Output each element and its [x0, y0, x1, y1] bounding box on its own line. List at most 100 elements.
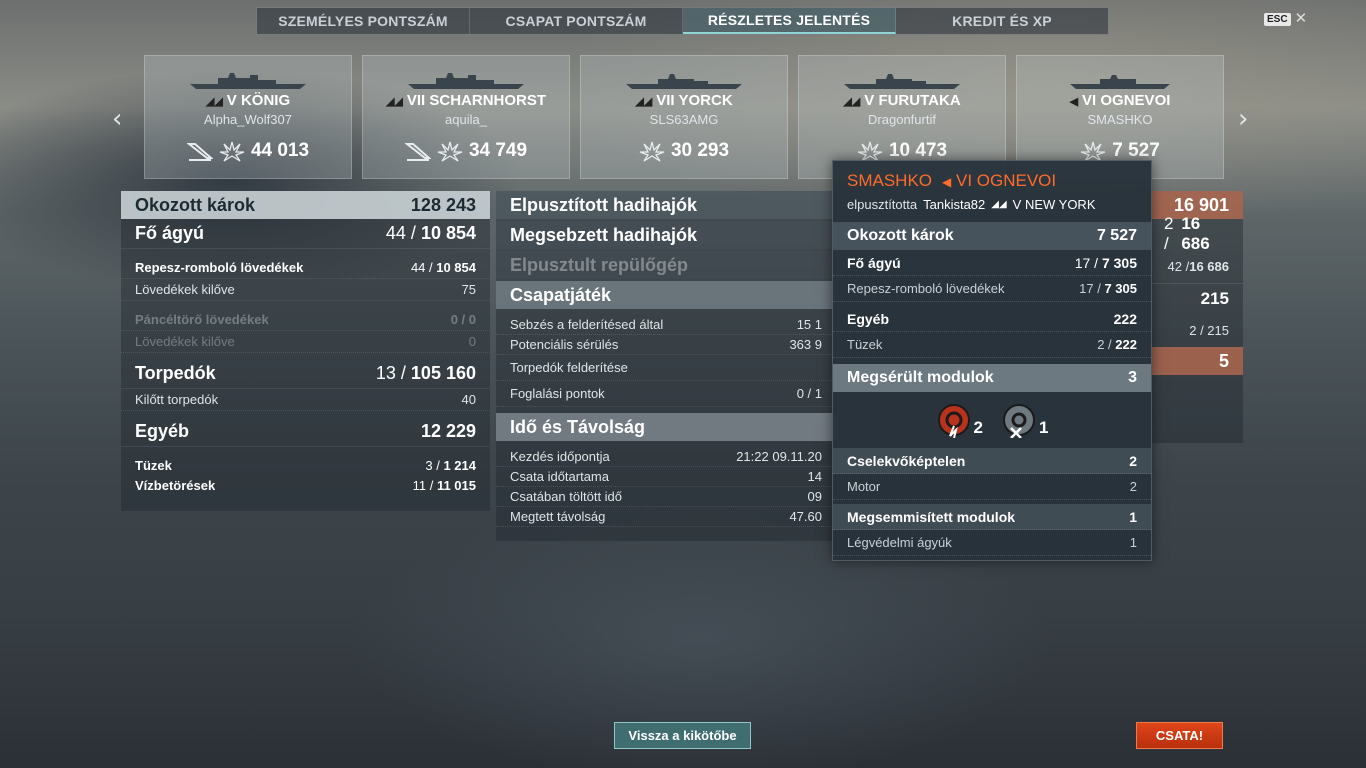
damage-dealt-header: Okozott károk 128 243 — [121, 191, 490, 219]
received-damage-panel: 16 901 2 / 16 686 42 / 16 686 215 2 / 21… — [1150, 191, 1243, 443]
prev-arrow-icon[interactable]: ‹ — [112, 104, 122, 134]
tier-flag-icon: ◀ — [1069, 96, 1079, 108]
player-name: SMASHKO — [1087, 112, 1153, 127]
ship-card[interactable]: ◢◢ VII YORCK SLS63AMG 30 293 — [580, 55, 788, 179]
close-button[interactable]: ESC ✕ — [1264, 10, 1308, 27]
start-time-value: 21:22 09.11.20 — [736, 449, 822, 464]
score: 34 749 — [363, 140, 569, 162]
capture-points-row: Foglalási pontok 0 / 1 — [496, 381, 836, 407]
he-fired-label: Lövedékek kilőve — [135, 282, 235, 297]
start-time-row: Kezdés időpontja 21:22 09.11.20 — [496, 447, 836, 467]
killer-name: Tankista82 — [923, 197, 986, 212]
next-arrow-icon[interactable]: › — [1238, 104, 1248, 134]
distance-row: Megtett távolság 47.60 — [496, 507, 836, 527]
fires-label: Tüzek — [135, 457, 172, 473]
ap-shells-label: Páncéltörő lövedékek — [135, 312, 269, 327]
damage-burst-icon — [857, 141, 883, 162]
module-engine: 2 — [936, 402, 983, 438]
tooltip-fires-row: Tüzek 2 / 222 — [833, 332, 1151, 358]
tab-credits-xp[interactable]: KREDIT ÉS XP — [896, 8, 1108, 34]
spotting-damage-label: Sebzés a felderítésed által — [510, 317, 664, 332]
flooding-label: Vízbetörések — [135, 477, 216, 493]
planes-destroyed-label: Elpusztult repülőgép — [510, 254, 688, 275]
score: 44 013 — [145, 140, 351, 162]
flooding-value: 11 / 11 015 — [412, 477, 476, 493]
close-icon: ✕ — [1294, 10, 1308, 27]
spotting-damage-value: 15 1 — [796, 317, 822, 332]
ship-damage-tooltip: SMASHKO ◀ VI OGNEVOI elpusztította Tanki… — [832, 160, 1152, 561]
tier-flag-icon: ◢◢ — [843, 96, 861, 108]
potential-damage-value: 363 9 — [789, 337, 822, 352]
battle-button[interactable]: CSATA! — [1136, 722, 1223, 749]
potential-damage-label: Potenciális sérülés — [510, 337, 619, 352]
tooltip-he-row: Repesz-romboló lövedékek 17 / 7 305 — [833, 276, 1151, 302]
ship-card[interactable]: ◢◢ VII SCHARNHORST aquila_ 34 749 — [362, 55, 570, 179]
report-tabs: SZEMÉLYES PONTSZÁM CSAPAT PONTSZÁM RÉSZL… — [256, 7, 1109, 35]
tooltip-player: SMASHKO — [847, 171, 933, 190]
tooltip-damaged-modules-header: Megsérült modulok 3 — [833, 364, 1151, 392]
tab-team-score[interactable]: CSAPAT PONTSZÁM — [470, 8, 683, 34]
received-modules-value: 5 — [1150, 347, 1243, 375]
tooltip-title: SMASHKO ◀ VI OGNEVOI — [833, 161, 1151, 191]
torpedoes-value: 13 / 105 160 — [375, 363, 476, 383]
score: 7 527 — [1017, 140, 1223, 162]
teamplay-header: Csapatjáték — [496, 281, 836, 309]
damaged-ships-row: Megsebzett hadihajók — [496, 221, 836, 249]
received-other-value: 215 — [1150, 283, 1243, 313]
distance-value: 47.60 — [789, 509, 822, 524]
module-aa: 1 — [1001, 402, 1048, 438]
destroyed-by-label: elpusztította — [847, 197, 918, 212]
battle-duration-row: Csata időtartama 14 — [496, 467, 836, 487]
fires-value: 3 / 1 214 — [425, 457, 476, 473]
player-name: SLS63AMG — [649, 112, 719, 127]
cruiser-silhouette-icon — [844, 74, 960, 89]
sinking-ship-icon — [404, 143, 431, 161]
time-distance-header: Idő és Távolság — [496, 413, 836, 441]
destroyed-by-line: elpusztította Tankista82 ◢◢ V NEW YORK — [833, 191, 1151, 212]
flooding-row: Vízbetörések 11 / 11 015 — [121, 475, 490, 495]
player-name: Alpha_Wolf307 — [204, 112, 292, 127]
ap-shells-row: Páncéltörő lövedékek 0 / 0 — [121, 309, 490, 331]
sinking-ship-icon — [186, 143, 213, 161]
time-in-battle-value: 09 — [807, 489, 822, 504]
esc-key-label: ESC — [1264, 12, 1291, 26]
ap-fired-row: Lövedékek kilőve 0 — [121, 331, 490, 353]
he-shells-label: Repesz-romboló lövedékek — [135, 260, 304, 275]
score: 30 293 — [581, 140, 787, 162]
damage-dealt-label: Okozott károk — [135, 194, 256, 215]
damage-burst-icon — [437, 141, 463, 162]
torpedo-spotting-label: Torpedók felderítése — [510, 360, 628, 375]
destroyed-ships-label: Elpusztított hadihajók — [510, 194, 697, 215]
back-to-port-button[interactable]: Vissza a kikötőbe — [614, 722, 751, 749]
fires-row: Tüzek 3 / 1 214 — [121, 455, 490, 475]
damage-panel: Okozott károk 128 243 Fő ágyú 44 / 10 85… — [121, 191, 490, 511]
ship-card[interactable]: ◢◢ V KÖNIG Alpha_Wolf307 44 013 — [144, 55, 352, 179]
killer-ship: V NEW YORK — [1012, 197, 1096, 212]
tooltip-damage-header: Okozott károk 7 527 — [833, 222, 1151, 250]
other-damage-label: Egyéb — [135, 421, 190, 441]
tooltip-incapacitated-row: Cselekvőképtelen 2 — [833, 448, 1151, 474]
tooltip-destroyed-modules-row: Megsemmisített modulok 1 — [833, 504, 1151, 530]
destroyer-flag-icon: ◀ — [942, 175, 952, 189]
received-he-value: 42 / 16 686 — [1167, 258, 1229, 274]
he-fired-value: 75 — [461, 282, 476, 297]
tier-flag-icon: ◢◢ — [205, 96, 223, 108]
damage-dealt-value: 128 243 — [410, 194, 476, 215]
torpedoes-fired-row: Kilőtt torpedók 40 — [121, 389, 490, 411]
main-battery-label: Fő ágyú — [135, 223, 205, 243]
battleship-silhouette-icon — [408, 73, 524, 89]
time-in-battle-label: Csatában töltött idő — [510, 489, 623, 504]
capture-points-label: Foglalási pontok — [510, 386, 605, 401]
tab-detailed-report[interactable]: RÉSZLETES JELENTÉS — [683, 8, 896, 34]
other-damage-row: Egyéb 12 229 — [121, 417, 490, 447]
torpedo-spotting-row: Torpedók felderítése — [496, 355, 836, 381]
player-name: Dragonfurtif — [868, 112, 936, 127]
time-in-battle-row: Csatában töltött idő 09 — [496, 487, 836, 507]
received-main-value: 2 / 16 686 — [1164, 214, 1210, 253]
player-name: aquila_ — [445, 112, 487, 127]
ap-shells-value: 0 / 0 — [450, 312, 476, 327]
tab-personal-score[interactable]: SZEMÉLYES PONTSZÁM — [257, 8, 470, 34]
received-fire-value: 2 / 215 — [1189, 322, 1229, 338]
tooltip-engine-row: Motor 2 — [833, 474, 1151, 500]
other-damage-value: 12 229 — [420, 421, 476, 441]
